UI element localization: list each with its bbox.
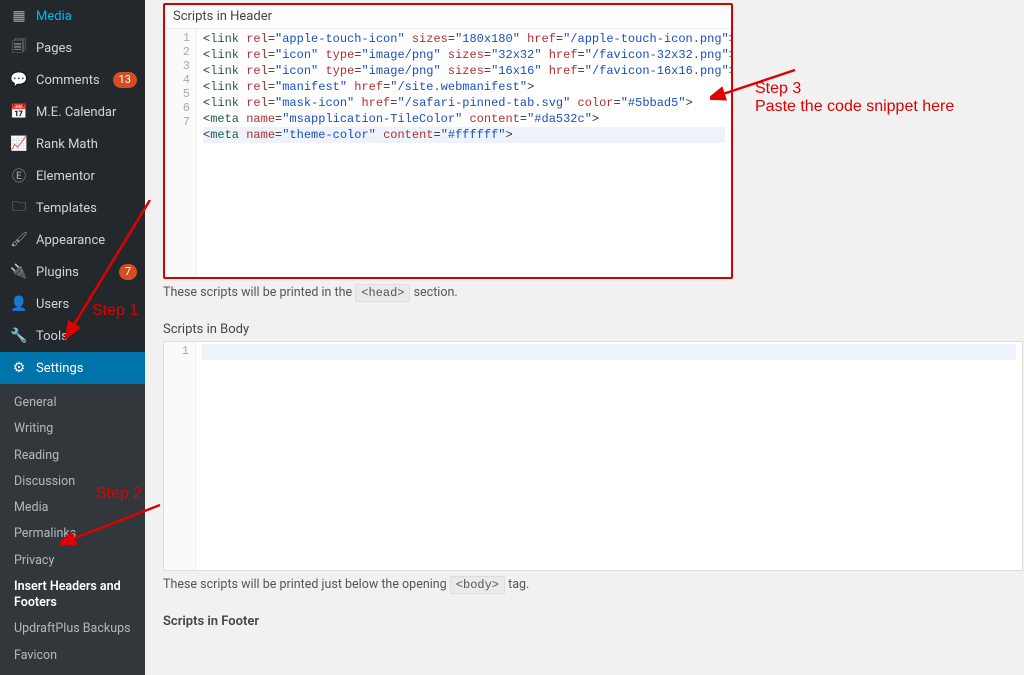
submenu-item-privacy[interactable]: Privacy (0, 548, 145, 574)
sidebar-item-label: Users (36, 297, 137, 312)
sidebar-item-elementor[interactable]: Ⓔ Elementor (0, 160, 145, 192)
editor-code[interactable]: <link rel="apple-touch-icon" sizes="180x… (197, 29, 731, 277)
sidebar-item-label: M.E. Calendar (36, 105, 137, 120)
scripts-header-editor[interactable]: 1234567 <link rel="apple-touch-icon" siz… (165, 29, 731, 277)
appearance-icon: 🖌 (10, 231, 28, 249)
sidebar-item-label: Settings (36, 361, 137, 376)
editor-gutter: 1 (164, 342, 196, 570)
sidebar-item-appearance[interactable]: 🖌 Appearance (0, 224, 145, 256)
settings-submenu: GeneralWritingReadingDiscussionMediaPerm… (0, 384, 145, 675)
sidebar-item-label: Elementor (36, 169, 137, 184)
sidebar-item-label: Tools (36, 329, 137, 344)
plugins-icon: 🔌 (10, 263, 28, 281)
sidebar-item-comments[interactable]: 💬 Comments13 (0, 64, 145, 96)
sidebar-item-settings[interactable]: ⚙ Settings (0, 352, 145, 384)
submenu-item-favicon[interactable]: Favicon (0, 643, 145, 669)
app-root: ▦ Media 🗐 Pages 💬 Comments13 📅 M.E. Calendar 📈 Ra… (0, 0, 1024, 633)
scripts-footer-label: Scripts in Footer (163, 610, 1004, 633)
submenu-item-insert-headers-and-footers[interactable]: Insert Headers and Footers (0, 574, 145, 617)
scripts-body-editor[interactable]: 1 (163, 341, 1023, 571)
badge: 13 (113, 72, 137, 88)
scripts-header-label: Scripts in Header (165, 5, 731, 29)
sidebar-item-label: Plugins (36, 265, 119, 280)
m-e-calendar-icon: 📅 (10, 103, 28, 121)
sidebar-item-users[interactable]: 👤 Users (0, 288, 145, 320)
pages-icon: 🗐 (10, 39, 28, 57)
sidebar-item-label: Templates (36, 201, 137, 216)
sidebar-item-label: Rank Math (36, 137, 137, 152)
users-icon: 👤 (10, 295, 28, 313)
sidebar-item-label: Appearance (36, 233, 137, 248)
submenu-item-permalinks[interactable]: Permalinks (0, 521, 145, 547)
annotation-step3: Step 3 Paste the code snippet here (755, 80, 954, 116)
sidebar-item-plugins[interactable]: 🔌 Plugins7 (0, 256, 145, 288)
sidebar-item-label: Media (36, 9, 137, 24)
main-content: Scripts in Header 1234567 <link rel="app… (145, 0, 1024, 633)
submenu-item-reading[interactable]: Reading (0, 443, 145, 469)
submenu-item-media[interactable]: Media (0, 495, 145, 521)
sidebar-item-media[interactable]: ▦ Media (0, 0, 145, 32)
scripts-header-group: Scripts in Header 1234567 <link rel="app… (163, 3, 733, 279)
settings-icon: ⚙ (10, 359, 28, 377)
admin-sidebar: ▦ Media 🗐 Pages 💬 Comments13 📅 M.E. Calendar 📈 Ra… (0, 0, 145, 633)
submenu-item-updraftplus-backups[interactable]: UpdraftPlus Backups (0, 616, 145, 642)
sidebar-item-templates[interactable]: 🗀 Templates (0, 192, 145, 224)
editor-code[interactable] (196, 342, 1022, 570)
scripts-body-hint: These scripts will be printed just below… (163, 577, 1004, 592)
rank-math-icon: 📈 (10, 135, 28, 153)
sidebar-item-rank-math[interactable]: 📈 Rank Math (0, 128, 145, 160)
submenu-item-general[interactable]: General (0, 390, 145, 416)
elementor-icon: Ⓔ (10, 167, 28, 185)
templates-icon: 🗀 (10, 199, 28, 217)
submenu-item-discussion[interactable]: Discussion (0, 469, 145, 495)
sidebar-item-m-e-calendar[interactable]: 📅 M.E. Calendar (0, 96, 145, 128)
submenu-item-writing[interactable]: Writing (0, 416, 145, 442)
sidebar-item-pages[interactable]: 🗐 Pages (0, 32, 145, 64)
editor-gutter: 1234567 (165, 29, 197, 277)
sidebar-item-tools[interactable]: 🔧 Tools (0, 320, 145, 352)
comments-icon: 💬 (10, 71, 28, 89)
media-icon: ▦ (10, 7, 28, 25)
scripts-header-hint: These scripts will be printed in the <he… (163, 285, 1004, 300)
sidebar-item-label: Comments (36, 73, 113, 88)
tools-icon: 🔧 (10, 327, 28, 345)
sidebar-item-label: Pages (36, 41, 137, 56)
badge: 7 (119, 264, 137, 280)
scripts-body-label: Scripts in Body (163, 318, 1004, 341)
